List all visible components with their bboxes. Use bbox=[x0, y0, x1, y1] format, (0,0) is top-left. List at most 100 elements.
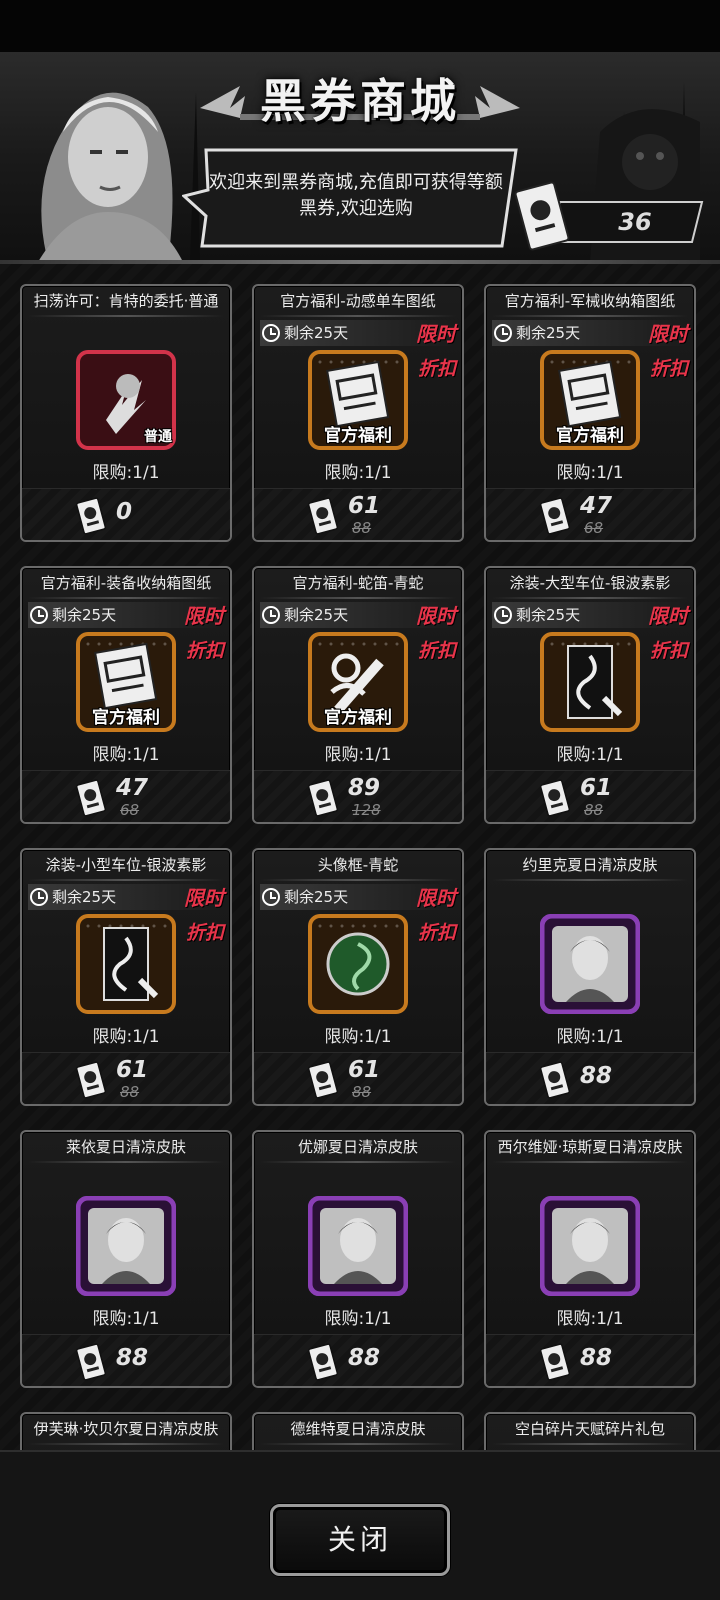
weapon-box-blueprint-icon[interactable]: 官方福利 bbox=[540, 350, 640, 450]
ticket-icon bbox=[539, 779, 571, 817]
item-price: 61 bbox=[116, 1057, 149, 1083]
limited-time-tag: 限时 bbox=[648, 604, 688, 628]
clock-icon bbox=[30, 888, 48, 906]
ticket-icon bbox=[307, 497, 339, 535]
original-price: 128 bbox=[352, 801, 381, 819]
price-bar[interactable]: 0 bbox=[22, 488, 230, 540]
paint-large-slot-icon[interactable] bbox=[540, 632, 640, 732]
limited-time-tag: 限时 bbox=[648, 322, 688, 346]
ticket-icon bbox=[539, 497, 571, 535]
shop-item-card[interactable]: 扫荡许可：肯特的委托·普通 普通 限购:1/1 0 bbox=[20, 284, 232, 542]
purchase-limit: 限购:1/1 bbox=[324, 1027, 392, 1047]
yorick-skin-portrait[interactable] bbox=[540, 914, 640, 1014]
item-badge: 官方福利 bbox=[556, 426, 624, 446]
shop-item-card[interactable]: 涂装-大型车位-银波素影 剩余25天 限时 折扣 限购:1/1 61 88 bbox=[484, 566, 696, 824]
shop-title: 黑券商城 bbox=[260, 74, 460, 128]
snake-flute-icon[interactable]: 官方福利 bbox=[308, 632, 408, 732]
name-divider bbox=[28, 1161, 224, 1163]
gear-box-blueprint-icon[interactable]: 官方福利 bbox=[76, 632, 176, 732]
purchase-limit: 限购:1/1 bbox=[556, 1027, 624, 1047]
shop-item-card[interactable]: 约里克夏日清凉皮肤 限购:1/1 88 bbox=[484, 848, 696, 1106]
item-price: 88 bbox=[580, 1063, 613, 1089]
ticket-icon bbox=[75, 497, 107, 535]
price-bar[interactable]: 88 bbox=[486, 1052, 694, 1104]
original-price: 88 bbox=[352, 519, 372, 537]
price-bar[interactable]: 89 128 bbox=[254, 770, 462, 822]
item-name: 官方福利-军械收纳箱图纸 bbox=[504, 292, 676, 310]
limited-time-tag: 限时 bbox=[416, 886, 456, 910]
countdown-text: 剩余25天 bbox=[52, 606, 117, 624]
paint-small-slot-icon[interactable] bbox=[76, 914, 176, 1014]
ticket-icon bbox=[75, 779, 107, 817]
name-divider bbox=[492, 1161, 688, 1163]
countdown-text: 剩余25天 bbox=[284, 888, 349, 906]
item-name: 涂装-大型车位-银波素影 bbox=[509, 574, 671, 592]
limited-time-tag: 限时 bbox=[184, 604, 224, 628]
original-price: 68 bbox=[584, 519, 604, 537]
name-divider bbox=[28, 1443, 224, 1445]
shop-item-card[interactable]: 涂装-小型车位-银波素影 剩余25天 限时 折扣 限购:1/1 61 88 bbox=[20, 848, 232, 1106]
snake-avatar-frame-icon[interactable] bbox=[308, 914, 408, 1014]
purchase-limit: 限购:1/1 bbox=[324, 1309, 392, 1329]
discount-tag: 折扣 bbox=[649, 640, 688, 662]
ticket-icon bbox=[539, 1061, 571, 1099]
ticket-icon bbox=[307, 779, 339, 817]
price-bar[interactable]: 61 88 bbox=[22, 1052, 230, 1104]
countdown-text: 剩余25天 bbox=[52, 888, 117, 906]
close-button[interactable]: 关闭 bbox=[270, 1504, 450, 1576]
price-bar[interactable]: 47 68 bbox=[486, 488, 694, 540]
ticket-icon bbox=[307, 1061, 339, 1099]
bike-blueprint-icon[interactable]: 官方福利 bbox=[308, 350, 408, 450]
clock-icon bbox=[262, 888, 280, 906]
shop-item-card[interactable]: 莱依夏日清凉皮肤 限购:1/1 88 bbox=[20, 1130, 232, 1388]
shop-item-card[interactable]: 空白碎片天赋碎片礼包 bbox=[484, 1412, 696, 1450]
purchase-limit: 限购:1/1 bbox=[324, 745, 392, 765]
item-price: 47 bbox=[580, 493, 613, 519]
shop-item-card[interactable]: 优娜夏日清凉皮肤 限购:1/1 88 bbox=[252, 1130, 464, 1388]
shop-item-card[interactable]: 官方福利-蛇笛-青蛇 剩余25天 限时 官方福利 折扣 限购:1/1 89 128 bbox=[252, 566, 464, 824]
item-price: 61 bbox=[580, 775, 613, 801]
item-grid[interactable]: 扫荡许可：肯特的委托·普通 普通 限购:1/1 0 官方福利-动感单车图纸 剩余25天 限时… bbox=[0, 264, 720, 1450]
price-bar[interactable]: 88 bbox=[254, 1334, 462, 1386]
sweep-permit-icon[interactable]: 普通 bbox=[76, 350, 176, 450]
shop-item-card[interactable]: 西尔维娅·琼斯夏日清凉皮肤 限购:1/1 88 bbox=[484, 1130, 696, 1388]
item-name: 西尔维娅·琼斯夏日清凉皮肤 bbox=[497, 1138, 683, 1156]
limited-time-tag: 限时 bbox=[416, 322, 456, 346]
ticket-icon bbox=[307, 1343, 339, 1381]
purchase-limit: 限购:1/1 bbox=[92, 463, 160, 483]
price-bar[interactable]: 61 88 bbox=[254, 488, 462, 540]
purchase-limit: 限购:1/1 bbox=[556, 463, 624, 483]
yuna-skin-portrait[interactable] bbox=[308, 1196, 408, 1296]
name-divider bbox=[260, 879, 456, 881]
shop-item-card[interactable]: 伊芙琳·坎贝尔夏日清凉皮肤 bbox=[20, 1412, 232, 1450]
purchase-limit: 限购:1/1 bbox=[556, 745, 624, 765]
price-bar[interactable]: 61 88 bbox=[254, 1052, 462, 1104]
shop-item-card[interactable]: 官方福利-装备收纳箱图纸 剩余25天 限时 官方福利 折扣 限购:1/1 47 68 bbox=[20, 566, 232, 824]
name-divider bbox=[492, 315, 688, 317]
shop-item-card[interactable]: 官方福利-动感单车图纸 剩余25天 限时 官方福利 折扣 限购:1/1 61 88 bbox=[252, 284, 464, 542]
shop-item-card[interactable]: 头像框-青蛇剩余25天 限时折扣限购:1/1 61 88 bbox=[252, 848, 464, 1106]
original-price: 88 bbox=[584, 801, 604, 819]
name-divider bbox=[492, 879, 688, 881]
shop-item-card[interactable]: 官方福利-军械收纳箱图纸 剩余25天 限时 官方福利 折扣 限购:1/1 47 68 bbox=[484, 284, 696, 542]
clock-icon bbox=[494, 324, 512, 342]
item-name: 头像框-青蛇 bbox=[317, 856, 399, 874]
price-bar[interactable]: 61 88 bbox=[486, 770, 694, 822]
price-bar[interactable]: 47 68 bbox=[22, 770, 230, 822]
original-price: 68 bbox=[120, 801, 140, 819]
character-portrait bbox=[38, 92, 183, 262]
clock-icon bbox=[262, 606, 280, 624]
price-bar[interactable]: 88 bbox=[22, 1334, 230, 1386]
item-badge: 普通 bbox=[144, 429, 172, 445]
shop-item-card[interactable]: 德维特夏日清凉皮肤 bbox=[252, 1412, 464, 1450]
lai-skin-portrait[interactable] bbox=[76, 1196, 176, 1296]
item-price: 61 bbox=[348, 493, 381, 519]
name-divider bbox=[260, 597, 456, 599]
purchase-limit: 限购:1/1 bbox=[324, 463, 392, 483]
original-price: 88 bbox=[120, 1083, 140, 1101]
discount-tag: 折扣 bbox=[417, 922, 456, 944]
sylvia-skin-portrait[interactable] bbox=[540, 1196, 640, 1296]
price-bar[interactable]: 88 bbox=[486, 1334, 694, 1386]
ticket-balance: 36 bbox=[618, 208, 652, 236]
discount-tag: 折扣 bbox=[649, 358, 688, 380]
